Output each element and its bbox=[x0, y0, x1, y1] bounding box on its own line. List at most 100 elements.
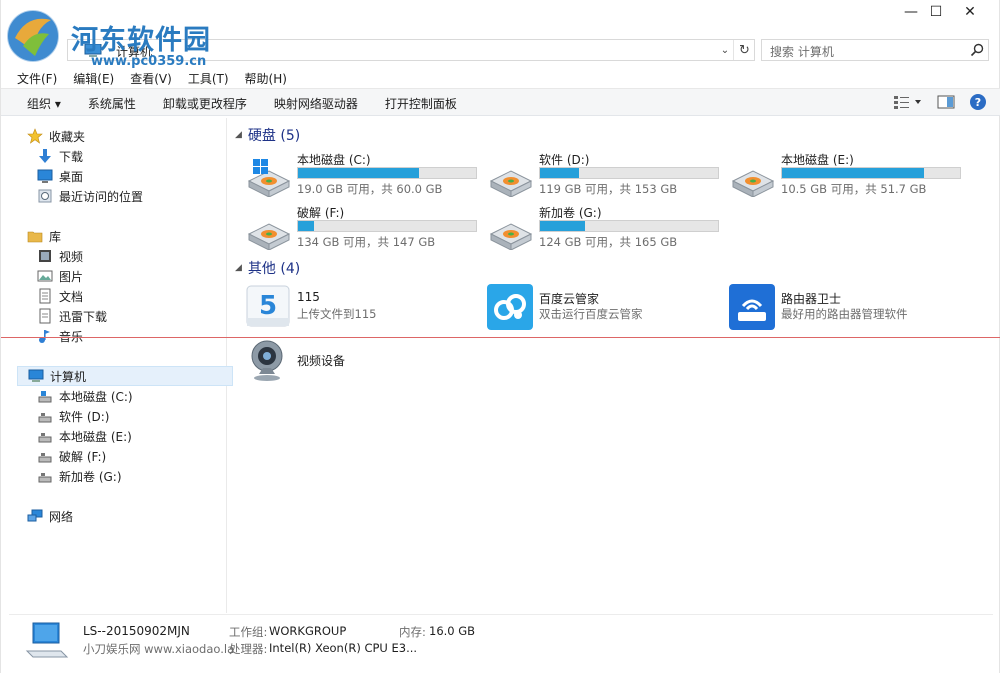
drive-name: 破解 (F:) bbox=[297, 206, 345, 220]
nav-libraries[interactable]: 库 bbox=[27, 226, 243, 246]
close-button[interactable]: ✕ bbox=[953, 0, 987, 24]
maximize-button[interactable]: ☐ bbox=[919, 0, 953, 24]
explorer-window: — ☐ ✕ 计算机 ⌄ ↻ 搜索 计算机 河东软件园 www.pc0359.cn… bbox=[0, 0, 1000, 673]
video-library-icon bbox=[37, 248, 53, 264]
app-name: 视频设备 bbox=[297, 354, 346, 368]
details-pane: LS--20150902MJN 小刀娱乐网 www.xiaodao.la 工作组… bbox=[9, 614, 993, 666]
watermark-logo-icon bbox=[6, 9, 60, 63]
library-folder-icon bbox=[27, 228, 43, 244]
nav-drive-g[interactable]: 新加卷 (G:) bbox=[37, 466, 253, 486]
address-dropdown-button[interactable]: ⌄ bbox=[717, 40, 733, 60]
webcam-icon bbox=[251, 340, 283, 381]
nav-favorites[interactable]: 收藏夹 bbox=[27, 126, 243, 146]
drive-free-space: 134 GB 可用，共 147 GB bbox=[297, 235, 436, 249]
group-header-drives-label: 硬盘 (5) bbox=[247, 128, 301, 144]
router-guard-icon bbox=[729, 284, 775, 330]
nav-drive-d-label: 软件 (D:) bbox=[59, 409, 110, 424]
nav-desktop-label: 桌面 bbox=[59, 169, 84, 184]
preview-pane-icon[interactable] bbox=[937, 94, 955, 110]
app-item-115[interactable]: 5 115 上传文件到115 bbox=[245, 284, 481, 332]
help-icon[interactable]: ? bbox=[969, 93, 987, 111]
search-input[interactable]: 搜索 计算机 bbox=[761, 39, 989, 61]
nav-computer[interactable]: 计算机 bbox=[17, 366, 233, 386]
drive-tile[interactable]: 破解 (F:) 134 GB 可用，共 147 GB bbox=[245, 204, 481, 250]
drive-usage-bar bbox=[297, 220, 477, 232]
svg-text:5: 5 bbox=[259, 291, 277, 321]
nav-documents[interactable]: 文档 bbox=[37, 286, 253, 306]
recent-places-icon bbox=[37, 188, 53, 204]
drive-icon bbox=[37, 468, 53, 484]
drive-tile[interactable]: 新加卷 (G:) 124 GB 可用，共 165 GB bbox=[487, 204, 723, 250]
group-header-other-label: 其他 (4) bbox=[247, 261, 301, 277]
menu-help[interactable]: 帮助(H) bbox=[237, 68, 295, 88]
nav-thunder-downloads[interactable]: 迅雷下载 bbox=[37, 306, 253, 326]
uninstall-program-button[interactable]: 卸载或更改程序 bbox=[155, 94, 255, 113]
change-view-icon[interactable] bbox=[893, 94, 923, 110]
drive-name: 软件 (D:) bbox=[539, 153, 590, 167]
nav-computer-label: 计算机 bbox=[50, 369, 87, 384]
hard-drive-icon bbox=[731, 170, 775, 197]
drive-icon bbox=[37, 408, 53, 424]
drive-tile[interactable]: 本地磁盘 (C:) 19.0 GB 可用，共 60.0 GB bbox=[245, 151, 481, 197]
nav-drive-c[interactable]: 本地磁盘 (C:) bbox=[37, 386, 253, 406]
nav-favorites-label: 收藏夹 bbox=[49, 129, 86, 144]
app-item-router-guard[interactable]: 路由器卫士 最好用的路由器管理软件 bbox=[729, 284, 965, 332]
115-icon: 5 bbox=[246, 285, 290, 327]
hard-drive-icon bbox=[489, 223, 533, 250]
app-desc: 双击运行百度云管家 bbox=[539, 307, 643, 321]
search-icon[interactable] bbox=[970, 43, 984, 57]
app-item-baidu-cloud[interactable]: 百度云管家 双击运行百度云管家 bbox=[487, 284, 723, 332]
open-control-panel-button[interactable]: 打开控制面板 bbox=[377, 94, 465, 113]
drive-usage-fill bbox=[540, 221, 585, 231]
nav-videos[interactable]: 视频 bbox=[37, 246, 253, 266]
nav-network-label: 网络 bbox=[49, 509, 74, 524]
group-header-drives[interactable]: ◢ 硬盘 (5) bbox=[235, 125, 300, 145]
nav-downloads[interactable]: 下载 bbox=[37, 146, 253, 166]
workgroup-value: WORKGROUP bbox=[269, 624, 347, 638]
drive-usage-fill bbox=[782, 168, 925, 178]
nav-recent-places-label: 最近访问的位置 bbox=[59, 189, 144, 204]
star-icon bbox=[27, 128, 43, 144]
collapse-triangle-icon: ◢ bbox=[235, 130, 242, 140]
processor-value: Intel(R) Xeon(R) CPU E3... bbox=[269, 641, 418, 655]
hard-drive-icon bbox=[489, 170, 533, 197]
drive-tile[interactable]: 本地磁盘 (E:) 10.5 GB 可用，共 51.7 GB bbox=[729, 151, 965, 197]
nav-drive-e[interactable]: 本地磁盘 (E:) bbox=[37, 426, 253, 446]
drive-tile[interactable]: 软件 (D:) 119 GB 可用，共 153 GB bbox=[487, 151, 723, 197]
system-properties-button[interactable]: 系统属性 bbox=[80, 94, 144, 113]
menu-view[interactable]: 查看(V) bbox=[122, 68, 180, 88]
drive-icon bbox=[37, 448, 53, 464]
drive-usage-bar bbox=[539, 220, 719, 232]
nav-music[interactable]: 音乐 bbox=[37, 326, 253, 346]
nav-drive-g-label: 新加卷 (G:) bbox=[59, 469, 122, 484]
refresh-button[interactable]: ↻ bbox=[733, 40, 755, 60]
nav-drive-f-label: 破解 (F:) bbox=[59, 449, 107, 464]
nav-pictures-label: 图片 bbox=[59, 269, 84, 284]
nav-desktop[interactable]: 桌面 bbox=[37, 166, 253, 186]
hard-drive-icon bbox=[247, 159, 291, 197]
menu-edit[interactable]: 编辑(E) bbox=[65, 68, 122, 88]
drive-usage-fill bbox=[540, 168, 580, 178]
menu-file[interactable]: 文件(F) bbox=[9, 68, 65, 88]
group-header-other[interactable]: ◢ 其他 (4) bbox=[235, 258, 300, 278]
baidu-cloud-icon bbox=[487, 284, 533, 330]
nav-drive-f[interactable]: 破解 (F:) bbox=[37, 446, 253, 466]
map-network-drive-button[interactable]: 映射网络驱动器 bbox=[266, 94, 366, 113]
nav-pictures[interactable]: 图片 bbox=[37, 266, 253, 286]
nav-recent-places[interactable]: 最近访问的位置 bbox=[37, 186, 253, 206]
nav-thunder-downloads-label: 迅雷下载 bbox=[59, 309, 108, 324]
drive-usage-fill bbox=[298, 221, 315, 231]
documents-library-icon bbox=[37, 288, 53, 304]
drive-usage-bar bbox=[297, 167, 477, 179]
computer-sub-caption: 小刀娱乐网 www.xiaodao.la bbox=[83, 642, 235, 656]
organize-button[interactable]: 组织 ▾ bbox=[19, 94, 69, 113]
computer-icon bbox=[28, 368, 44, 384]
app-item-webcam[interactable]: 视频设备 bbox=[245, 338, 481, 386]
nav-network[interactable]: 网络 bbox=[27, 506, 243, 526]
nav-drive-d[interactable]: 软件 (D:) bbox=[37, 406, 253, 426]
app-name: 115 bbox=[297, 290, 320, 304]
navigation-pane: 收藏夹 下载 桌面 最近访问的位置 库 视频 图片 文档 迅雷下载 音乐 计算机… bbox=[9, 118, 233, 613]
app-desc: 上传文件到115 bbox=[297, 307, 377, 321]
menu-tools[interactable]: 工具(T) bbox=[180, 68, 237, 88]
nav-drive-e-label: 本地磁盘 (E:) bbox=[59, 429, 132, 444]
